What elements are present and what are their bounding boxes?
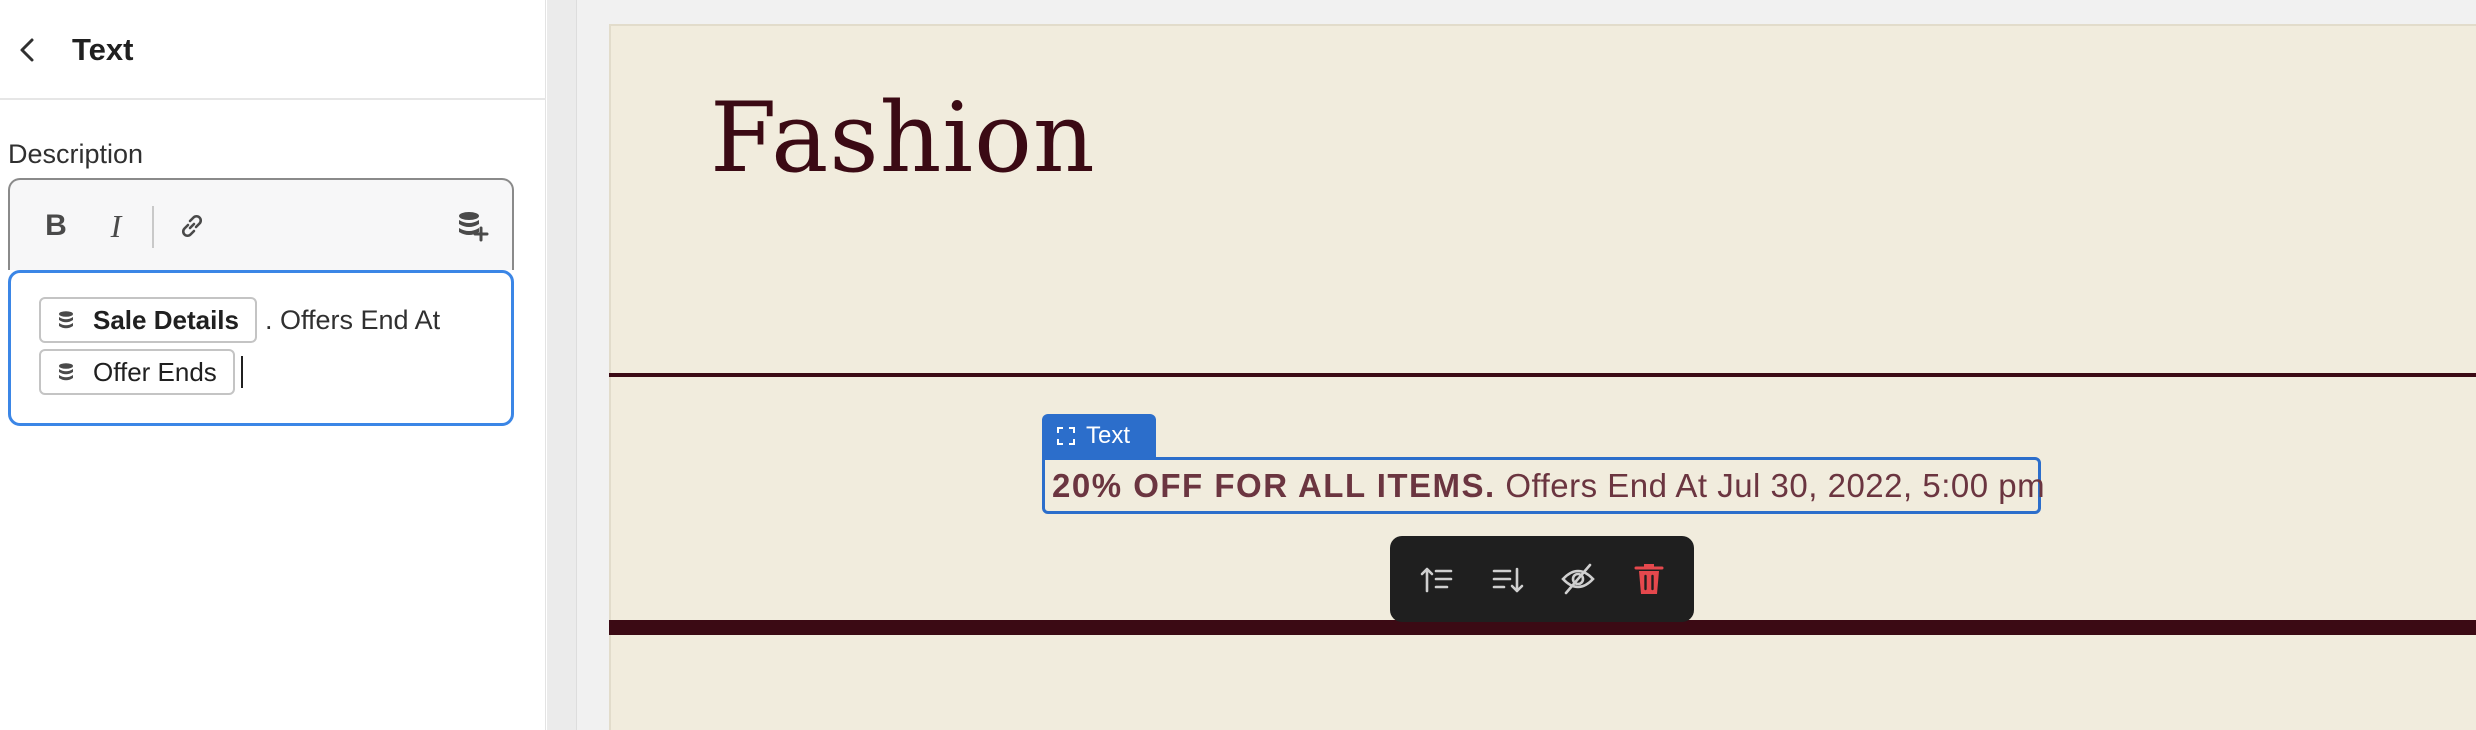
move-down-icon <box>1492 567 1524 593</box>
selected-block-label: Text <box>1086 422 1131 449</box>
chevron-left-icon <box>20 38 34 62</box>
description-label: Description <box>8 139 144 169</box>
promo-bold-text: 20% OFF FOR ALL ITEMS. <box>1052 466 1496 504</box>
divider-bar <box>609 620 2476 635</box>
back-button[interactable] <box>8 30 48 70</box>
editor-line-2: Offer Ends <box>39 349 493 395</box>
selected-block-tag[interactable]: Text <box>1042 414 1156 458</box>
database-icon <box>59 311 73 329</box>
hide-icon <box>1561 563 1596 595</box>
delete-button[interactable] <box>1624 553 1675 605</box>
brand-heading[interactable]: Fashion <box>710 78 1096 198</box>
hide-button[interactable] <box>1553 553 1604 605</box>
editor-line-1: Sale Details . Offers End At <box>39 297 493 343</box>
dynamic-source-chip-offer-ends[interactable]: Offer Ends <box>39 349 235 395</box>
link-icon <box>181 214 203 238</box>
promo-text-block[interactable]: 20% OFF FOR ALL ITEMS. Offers End At Jul… <box>1042 457 2045 514</box>
panel-header: Text <box>0 0 546 100</box>
move-up-icon <box>1420 567 1453 593</box>
toolbar-divider <box>152 206 154 248</box>
chip-label: Sale Details <box>93 304 239 335</box>
database-icon <box>59 363 73 381</box>
promo-regular-text: Offers End At Jul 30, 2022, 5:00 pm <box>1495 466 2046 504</box>
text-cursor <box>240 356 243 388</box>
settings-panel: Text Description B I Sale Details . Offe… <box>0 0 546 730</box>
panel-title: Text <box>72 32 134 67</box>
block-actions-toolbar <box>1390 536 1694 622</box>
divider-line <box>609 373 2476 377</box>
editor-toolbar: B I <box>8 178 514 270</box>
move-down-button[interactable] <box>1483 553 1534 605</box>
chip-label: Offer Ends <box>93 356 217 387</box>
italic-button[interactable]: I <box>92 202 140 250</box>
delete-icon <box>1634 564 1664 594</box>
link-button[interactable] <box>168 202 216 250</box>
dynamic-source-chip-sale-details[interactable]: Sale Details <box>39 297 257 343</box>
frame-select-icon <box>1057 427 1075 445</box>
database-add-icon <box>459 212 489 242</box>
move-up-button[interactable] <box>1412 553 1463 605</box>
bold-button[interactable]: B <box>32 202 80 250</box>
description-editor: B I Sale Details . Offers End At Offer E… <box>8 178 514 426</box>
editor-content[interactable]: Sale Details . Offers End At Offer Ends <box>8 270 514 426</box>
editor-text: . Offers End At <box>264 304 441 335</box>
canvas-gutter <box>547 0 577 730</box>
insert-dynamic-source-button[interactable] <box>448 202 496 250</box>
